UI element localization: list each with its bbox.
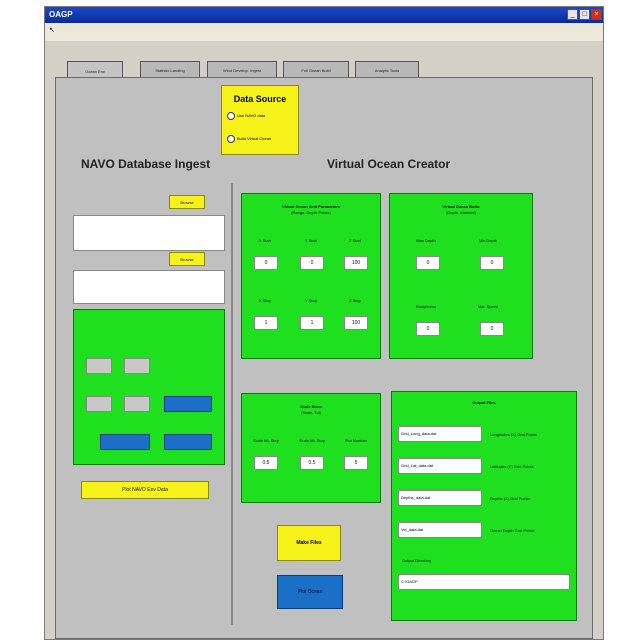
z-start-label: Z Start [348, 238, 361, 243]
output-file-4[interactable]: Vel_data.dat [398, 522, 482, 538]
browse-button-2[interactable]: Browse [169, 252, 205, 266]
navo-title: NAVO Database Ingest [81, 157, 211, 171]
x-start-input[interactable]: 0 [254, 256, 278, 270]
output-title: Output Files [472, 400, 496, 405]
close-button[interactable]: × [591, 9, 602, 20]
navo-path-field-1[interactable] [73, 215, 225, 251]
data-source-title: Data Source [233, 94, 287, 104]
navo-blue-button-1[interactable] [100, 434, 150, 450]
z-start-input[interactable]: 100 [344, 256, 368, 270]
radio-icon [227, 111, 235, 120]
mat-speed-input[interactable]: 0 [480, 322, 504, 336]
output-file-3[interactable]: Depths_data.dat [398, 490, 482, 506]
data-source-box: Data Source Use NAVO data Build Virtual … [221, 85, 299, 155]
navo-field-d[interactable] [124, 396, 150, 412]
plot-number-label: Plot Number [344, 438, 368, 443]
navo-blue-button-2[interactable] [164, 434, 212, 450]
grid-params-box: Virtual Ocean Grid Parameters (Range, De… [241, 193, 381, 359]
mat-speed-label: Mat. Speed [477, 304, 499, 309]
browse-button-1[interactable]: Browse [169, 195, 205, 209]
radio-use-navo[interactable]: Use NAVO data [227, 111, 297, 120]
scale-step-label: Scale ML Step [253, 438, 279, 443]
output-file-1-label: Longitudes (X) Grid Points [490, 432, 537, 437]
roughness-input[interactable]: 0 [416, 322, 440, 336]
y-stop-label: Y Stop [305, 298, 317, 303]
app-window: OAGP _ □ × ↖ Ocean Env Statistic Landing… [44, 6, 604, 640]
roughness-label: Roughness [415, 304, 437, 309]
navo-path-field-2[interactable] [73, 270, 225, 304]
minimize-button[interactable]: _ [567, 9, 578, 20]
scale-stop-label: Scale ML Stop [299, 438, 325, 443]
min-depth-label: Min Depth [478, 238, 498, 243]
navo-field-b[interactable] [124, 358, 150, 374]
output-file-2-label: Latitudes (Y) Grid Points [490, 464, 534, 469]
output-file-2[interactable]: Grid_Lat_data.dat [398, 458, 482, 474]
output-dir-label: Output Directory [402, 558, 432, 563]
make-files-button[interactable]: Make Files [277, 525, 341, 561]
plot-number-input[interactable]: 5 [344, 456, 368, 470]
output-file-1[interactable]: Grid_Long_data.dat [398, 426, 482, 442]
max-depth-label: Max Depth [416, 238, 436, 243]
max-depth-input[interactable]: 0 [416, 256, 440, 270]
y-start-label: Y Start [304, 238, 318, 243]
y-stop-input[interactable]: 1 [300, 316, 324, 330]
menu-arrow-icon[interactable]: ↖ [49, 26, 55, 34]
x-stop-input[interactable]: 1 [254, 316, 278, 330]
output-file-4-label: Ocean Depth Grid Points [490, 528, 535, 533]
x-start-label: X Start [258, 238, 272, 243]
navo-settings-box [73, 309, 225, 465]
scale-stop-input[interactable]: 0.5 [300, 456, 324, 470]
min-depth-input[interactable]: 0 [480, 256, 504, 270]
title-bar: OAGP [45, 7, 603, 23]
window-title: OAGP [49, 10, 73, 19]
vertical-divider [231, 183, 233, 625]
plot-navo-button[interactable]: Plot NAVO Env Data [81, 481, 209, 499]
grid-title: Virtual Ocean Grid Parameters [282, 204, 340, 209]
scale-step-input[interactable]: 0.5 [254, 456, 278, 470]
output-file-3-label: Depths (Z) Grid Points [490, 496, 530, 501]
ocean-bottom-box: Virtual Ocean Botto (Depth, Material) Ma… [389, 193, 533, 359]
y-start-input[interactable]: 0 [300, 256, 324, 270]
radio-build-virtual[interactable]: Build Virtual Ocean [227, 134, 297, 143]
z-stop-input[interactable]: 100 [344, 316, 368, 330]
scale-subtitle: (Scale, Tol) [301, 410, 321, 415]
ocean-title: Virtual Ocean Botto [442, 204, 480, 209]
navo-field-a[interactable] [86, 358, 112, 374]
navo-field-c[interactable] [86, 396, 112, 412]
z-stop-label: Z Stop [349, 298, 361, 303]
plot-ocean-button[interactable]: Plot Ocean [277, 575, 343, 609]
maximize-button[interactable]: □ [579, 9, 590, 20]
output-dir-input[interactable]: C:\OAGP [398, 574, 570, 590]
grid-subtitle: (Range, Depth Points) [291, 210, 331, 215]
x-stop-label: X Stop [258, 298, 271, 303]
ocean-subtitle: (Depth, Material) [446, 210, 476, 215]
scale-sizes-box: Scale Sizes (Scale, Tol) Scale ML Step 0… [241, 393, 381, 503]
scale-title: Scale Sizes [300, 404, 322, 409]
navo-action-button[interactable] [164, 396, 212, 412]
output-files-box: Output Files Grid_Long_data.dat Longitud… [391, 391, 577, 621]
radio-icon [227, 134, 235, 143]
voc-title: Virtual Ocean Creator [327, 157, 451, 171]
menu-bar: ↖ [45, 23, 603, 41]
